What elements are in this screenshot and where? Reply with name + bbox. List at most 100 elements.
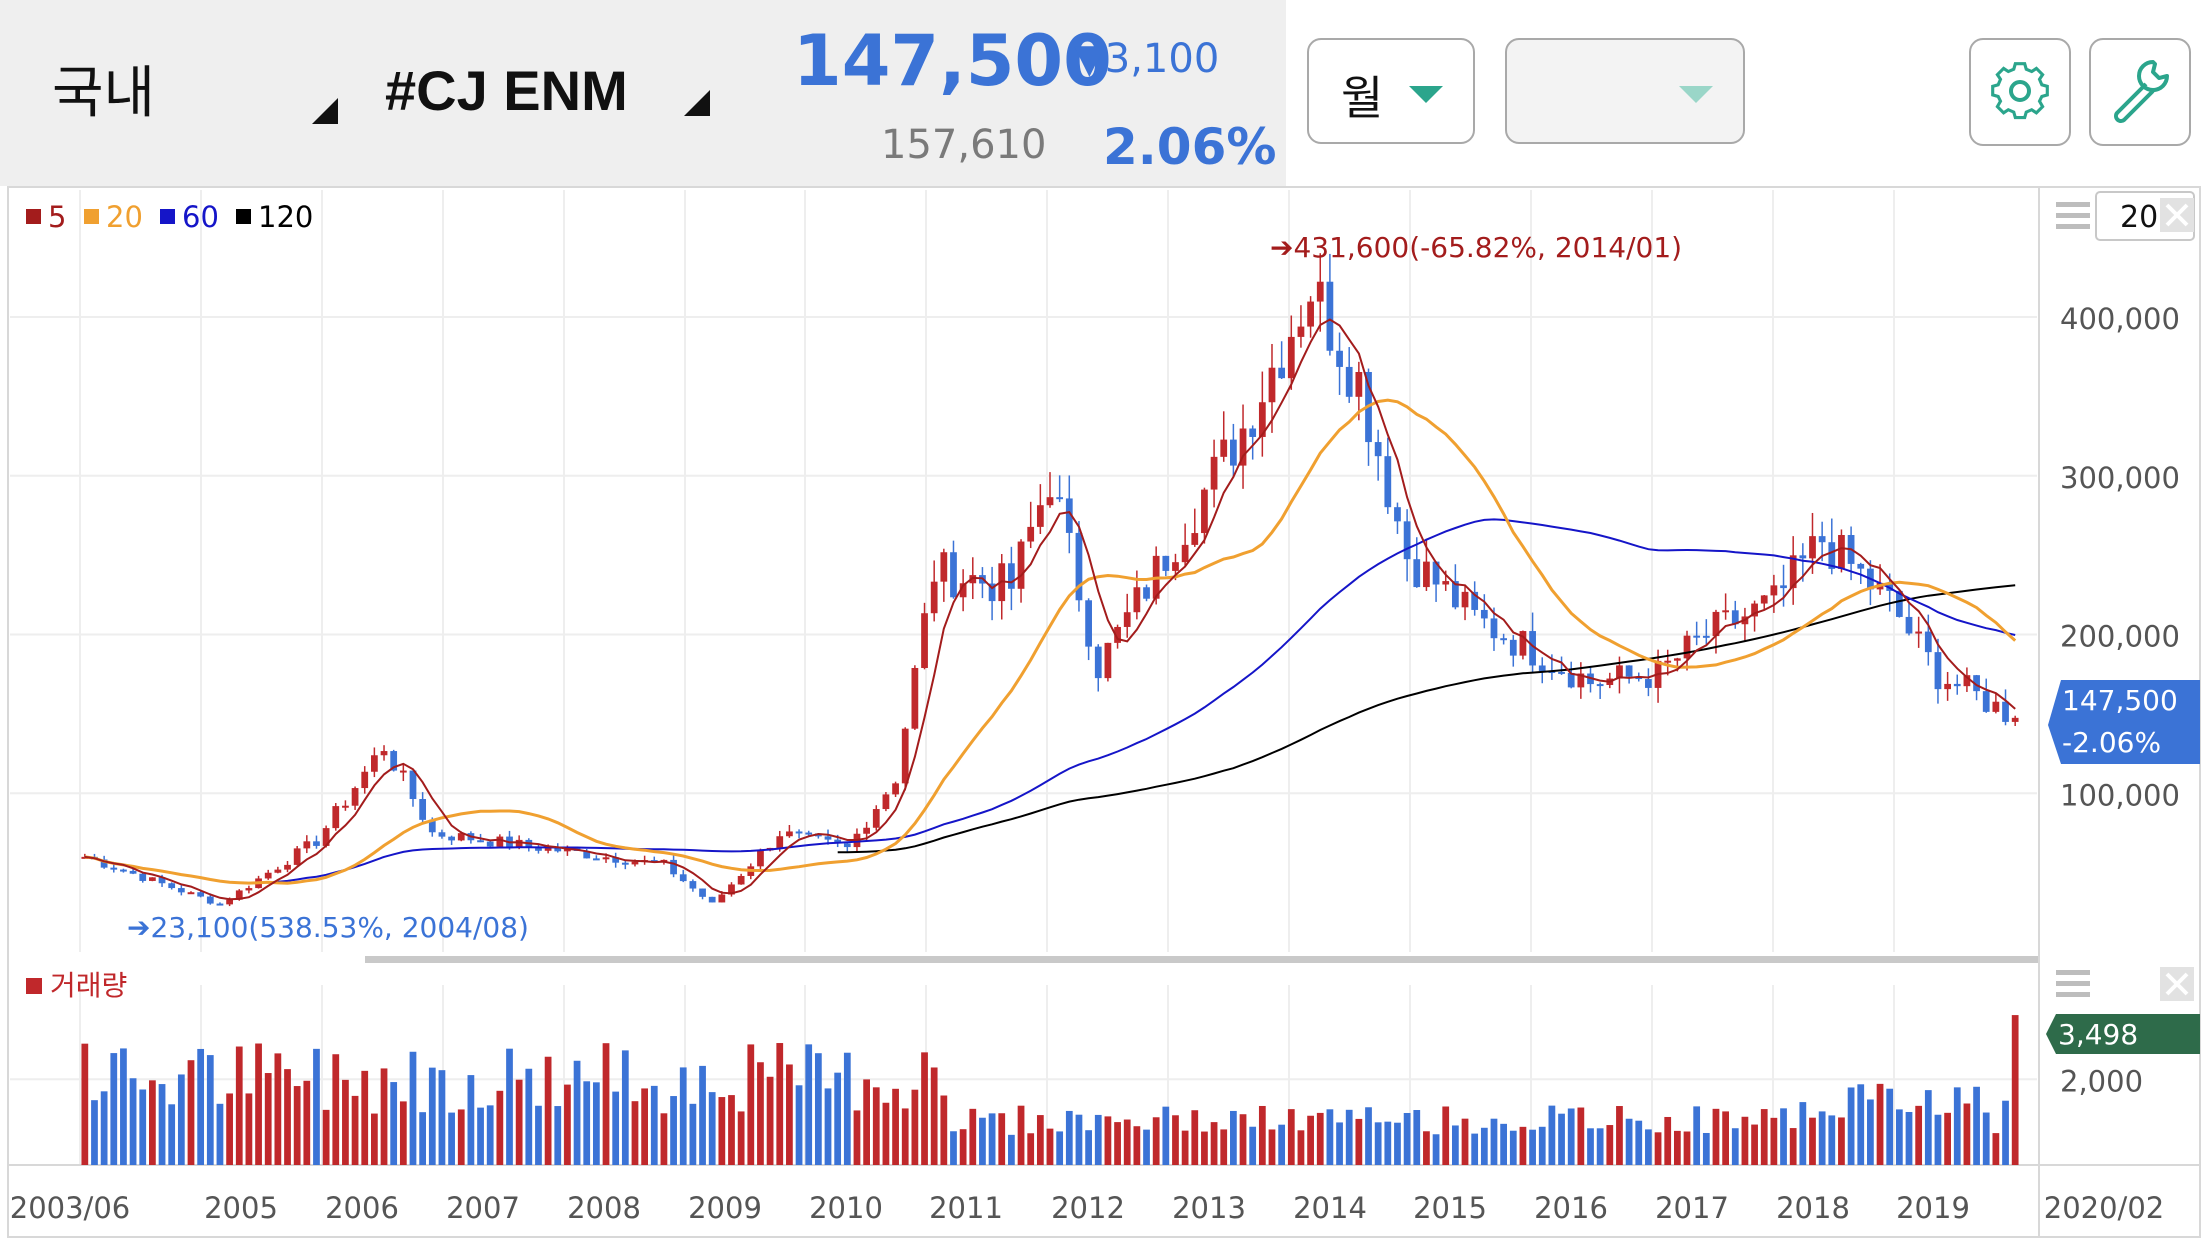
- volume-bar: [1567, 1108, 1575, 1165]
- volume-bar: [660, 1113, 668, 1165]
- volume-bar: [708, 1092, 716, 1165]
- volume-bar: [805, 1044, 813, 1165]
- volume-bar: [2011, 1015, 2019, 1165]
- volume-bar: [843, 1052, 851, 1165]
- volume-bar: [1577, 1107, 1585, 1165]
- chart-scrollbar[interactable]: [365, 956, 2038, 963]
- volume-bar: [1191, 1110, 1199, 1165]
- hamburger-icon[interactable]: [2056, 970, 2090, 975]
- volume-bar: [776, 1043, 784, 1165]
- candle: [1403, 521, 1411, 560]
- candle: [1423, 561, 1430, 588]
- x-tick-label: 2010: [809, 1191, 883, 1225]
- volume-bar: [1731, 1128, 1739, 1165]
- candle: [901, 728, 909, 784]
- hamburger-icon[interactable]: [2056, 224, 2090, 229]
- candle: [882, 794, 890, 810]
- volume-bar: [1316, 1112, 1324, 1165]
- candle: [1316, 281, 1324, 302]
- volume-bar: [1075, 1114, 1083, 1165]
- candle: [872, 809, 880, 828]
- y-tick-label: 400,000: [2060, 302, 2180, 336]
- candle: [1220, 439, 1228, 457]
- candle: [1625, 665, 1633, 677]
- volume-bar: [1905, 1111, 1913, 1165]
- volume-bar: [1963, 1103, 1971, 1165]
- volume-bar: [1451, 1125, 1459, 1165]
- volume-bar: [544, 1056, 552, 1165]
- volume-bar: [892, 1088, 899, 1165]
- volume-bar: [351, 1095, 359, 1165]
- volume-bar: [1287, 1109, 1295, 1165]
- volume-bar: [699, 1065, 706, 1165]
- candle: [1143, 587, 1150, 599]
- legend-swatch: [84, 209, 99, 224]
- volume-bar: [1114, 1122, 1121, 1165]
- volume-bar: [1818, 1111, 1826, 1165]
- current-price-label: 147,500: [2062, 684, 2178, 717]
- candle: [477, 840, 484, 843]
- volume-bar: [1548, 1105, 1556, 1165]
- candle: [1278, 367, 1286, 379]
- volume-bar: [293, 1086, 301, 1165]
- volume-bar: [448, 1112, 455, 1165]
- candle: [805, 832, 813, 835]
- candle: [303, 841, 311, 849]
- volume-bar: [506, 1048, 513, 1165]
- volume-bar: [1201, 1131, 1208, 1165]
- candle: [1191, 533, 1199, 545]
- volume-bar: [1770, 1117, 1778, 1165]
- price-chart[interactable]: 400,000 300,000 200,000 100,000 2,000 2003/06…: [0, 0, 2208, 1242]
- x-tick-label: 2017: [1655, 1191, 1729, 1225]
- volume-bar: [872, 1087, 880, 1165]
- candle: [708, 896, 716, 903]
- volume-bar: [120, 1048, 127, 1165]
- candle: [1915, 631, 1923, 634]
- volume-value: 3,498: [2058, 1018, 2138, 1051]
- volume-bar: [477, 1107, 484, 1165]
- candle: [1905, 616, 1913, 634]
- candle: [1345, 366, 1353, 397]
- x-tick-label: 2020/02: [2044, 1191, 2164, 1225]
- volume-bar: [1982, 1112, 1990, 1165]
- volume-bar: [573, 1060, 581, 1165]
- candle: [1172, 562, 1179, 571]
- volume-bar: [1152, 1117, 1160, 1165]
- volume-bar: [100, 1091, 108, 1165]
- volume-bar: [814, 1053, 822, 1165]
- hamburger-icon[interactable]: [2056, 202, 2090, 207]
- hamburger-icon[interactable]: [2056, 981, 2090, 986]
- candle: [1558, 671, 1565, 674]
- hamburger-icon[interactable]: [2056, 992, 2090, 997]
- volume-bar: [940, 1095, 948, 1165]
- ma120-line: [837, 584, 2016, 854]
- volume-bar: [1625, 1118, 1633, 1165]
- volume-bar: [1307, 1115, 1314, 1165]
- volume-bar: [1973, 1086, 1980, 1165]
- volume-bar: [1394, 1122, 1401, 1165]
- candle: [1017, 541, 1025, 589]
- candle: [892, 783, 899, 795]
- volume-bar: [1828, 1115, 1836, 1165]
- volume-bar: [1036, 1115, 1044, 1165]
- candle: [1046, 497, 1054, 506]
- volume-bar: [795, 1085, 803, 1165]
- candle: [361, 771, 369, 789]
- x-tick-label: 2016: [1534, 1191, 1608, 1225]
- candle: [438, 832, 446, 837]
- candle: [168, 883, 176, 889]
- volume-bar: [1094, 1114, 1102, 1165]
- candle: [1355, 371, 1363, 397]
- hamburger-icon[interactable]: [2056, 213, 2090, 218]
- candle: [1413, 559, 1421, 588]
- candle: [120, 869, 127, 872]
- x-tick-label: 2003/06: [10, 1191, 130, 1225]
- candle: [863, 827, 870, 834]
- volume-bar: [91, 1100, 98, 1165]
- candle: [1394, 507, 1401, 522]
- volume-bar: [1654, 1132, 1662, 1165]
- candle: [1722, 610, 1729, 613]
- volume-bar: [1239, 1114, 1247, 1165]
- candle: [409, 770, 417, 800]
- volume-bar: [1693, 1106, 1701, 1165]
